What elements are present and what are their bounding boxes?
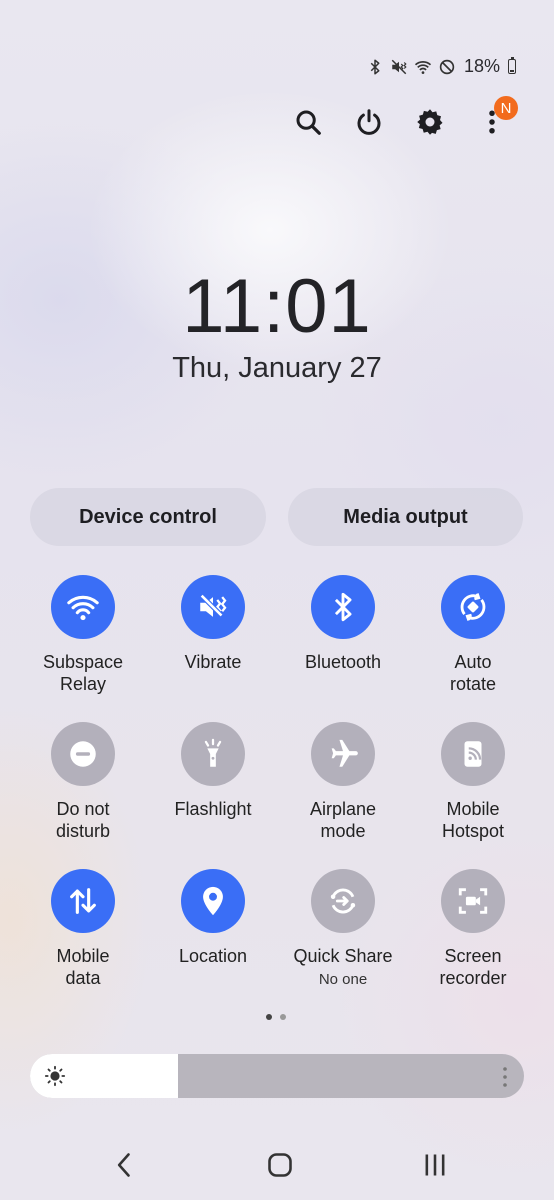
navigation-bar [0,1140,554,1190]
power-button[interactable] [347,100,391,144]
tile-bluetooth[interactable]: Bluetooth [278,575,408,708]
tile-vibrate[interactable]: Vibrate [148,575,278,708]
location-icon [203,886,223,916]
notification-badge: N [494,96,518,120]
page-dot-active [266,1014,272,1020]
tile-sublabel: No one [318,971,368,988]
tile-toggle[interactable] [441,722,505,786]
wifi-icon [414,60,432,74]
vibrate-icon [199,593,227,618]
tile-label: Do not disturb [55,799,111,841]
tile-label: Auto rotate [449,652,497,694]
more-options-button[interactable]: N [470,96,518,144]
back-icon [117,1153,130,1177]
status-bar: 18% [366,56,516,77]
tile-toggle[interactable] [181,575,245,639]
page-indicator [266,1014,286,1020]
hotspot-icon [464,741,482,767]
do-not-disturb-icon [70,741,96,767]
tile-airplane-mode[interactable]: Airplane mode [278,722,408,855]
brightness-slider[interactable] [30,1054,524,1098]
sun-icon [44,1065,66,1087]
tile-label: Mobile Hotspot [441,799,505,841]
brightness-more-icon[interactable] [502,1066,508,1088]
flashlight-icon [204,738,222,767]
recents-icon [425,1154,445,1176]
recents-button[interactable] [410,1140,460,1190]
battery-icon [508,57,516,74]
home-icon [268,1153,292,1177]
tile-flashlight[interactable]: Flashlight [148,722,278,855]
tile-label: Location [178,946,248,966]
gear-icon [417,109,443,135]
tile-toggle[interactable] [181,869,245,933]
tile-label: Mobile data [56,946,110,988]
airplane-icon [331,739,358,767]
tile-label: Quick Share [293,946,393,966]
tile-toggle[interactable] [441,575,505,639]
back-button[interactable] [100,1140,150,1190]
quick-share-icon [330,888,356,914]
clock-date: Thu, January 27 [172,352,382,384]
page-dot [280,1014,286,1020]
tile-label: Airplane mode [309,799,377,841]
tile-label: Screen recorder [439,946,507,988]
auto-rotate-icon [460,593,486,621]
tile-toggle[interactable] [181,722,245,786]
search-button[interactable] [286,100,330,144]
device-control-button[interactable]: Device control [30,488,266,546]
tile-toggle[interactable] [51,869,115,933]
tile-location[interactable]: Location [148,869,278,1002]
tile-toggle[interactable] [311,722,375,786]
mobile-data-icon [70,888,96,914]
tile-quick-share[interactable]: Quick Share No one [278,869,408,1002]
tile-toggle[interactable] [441,869,505,933]
settings-button[interactable] [408,100,452,144]
tile-toggle[interactable] [311,869,375,933]
tile-toggle[interactable] [51,575,115,639]
bluetooth-icon [334,592,352,622]
quick-settings-grid: Subspace Relay Vibrate Bluetooth Auto ro… [18,575,538,1002]
tile-subspace-relay[interactable]: Subspace Relay [18,575,148,708]
bluetooth-icon [370,59,380,74]
tile-label: Flashlight [174,799,252,819]
home-button[interactable] [255,1140,305,1190]
do-not-disturb-icon [439,59,455,74]
power-icon [357,109,381,135]
tile-toggle[interactable] [51,722,115,786]
clock-time: 11:01 [182,264,372,349]
quick-panel-actions: N [282,96,532,144]
search-icon [296,110,321,135]
tile-screen-recorder[interactable]: Screen recorder [408,869,538,1002]
tile-auto-rotate[interactable]: Auto rotate [408,575,538,708]
tile-do-not-disturb[interactable]: Do not disturb [18,722,148,855]
battery-percent: 18% [463,56,500,76]
screen-recorder-icon [458,888,488,914]
tile-label: Subspace Relay [42,652,124,694]
tile-mobile-hotspot[interactable]: Mobile Hotspot [408,722,538,855]
vibrate-icon [391,59,407,74]
media-output-button[interactable]: Media output [288,488,523,546]
tile-label: Vibrate [184,652,242,672]
tile-mobile-data[interactable]: Mobile data [18,869,148,1002]
tile-label: Bluetooth [304,652,382,672]
wifi-icon [67,595,99,621]
tile-toggle[interactable] [311,575,375,639]
